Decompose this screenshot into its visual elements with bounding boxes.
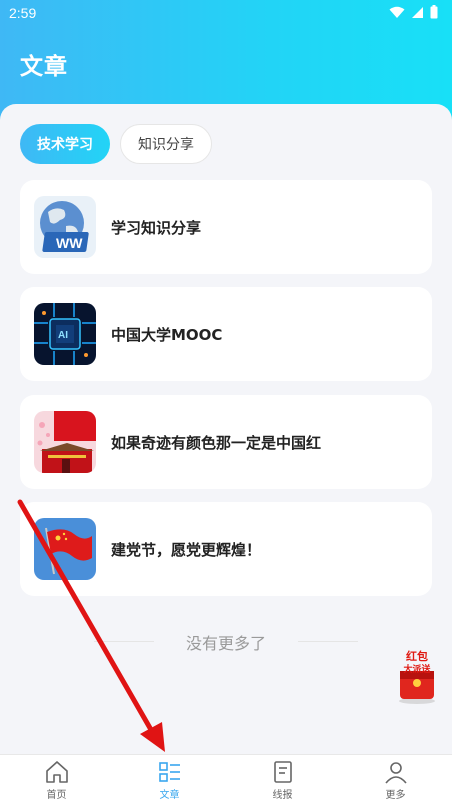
bottom-nav: 首页 文章 线报 更多 [0, 754, 452, 805]
user-icon [384, 762, 407, 784]
list-end-indicator: 没有更多了 [0, 630, 452, 654]
nav-more[interactable]: 更多 [339, 755, 452, 805]
nav-tips[interactable]: 线报 [226, 755, 339, 805]
red-flag-icon [34, 518, 96, 580]
svg-text:AI: AI [58, 330, 68, 341]
no-more-text: 没有更多了 [185, 634, 266, 653]
nav-more-label: 更多 [385, 790, 406, 801]
tab-knowledge-sharing[interactable]: 知识分享 [120, 124, 212, 164]
category-tabs: 技术学习 知识分享 [20, 124, 212, 164]
status-icons [389, 5, 438, 19]
document-icon [273, 761, 292, 783]
status-time: 2:59 [9, 5, 37, 21]
nav-home[interactable]: 首页 [0, 755, 113, 805]
red-packet-line2: 大派送 [403, 665, 431, 675]
nav-home-label: 首页 [46, 790, 67, 801]
nav-articles[interactable]: 文章 [113, 755, 226, 805]
page-title: 文章 [20, 54, 68, 80]
red-packet-line1: 红包 [406, 650, 428, 663]
article-card[interactable]: 建党节，愿党更辉煌！ [20, 502, 432, 596]
red-packet-button[interactable]: 红包 大派送 [394, 649, 440, 705]
article-title: 学习知识分享 [111, 218, 202, 237]
article-card[interactable]: AI 中国大学MOOC [20, 287, 432, 381]
list-icon [158, 762, 180, 782]
divider-right [298, 641, 358, 642]
nav-articles-label: 文章 [159, 790, 180, 801]
tiananmen-icon [34, 411, 96, 473]
wifi-icon [389, 6, 405, 18]
battery-icon [430, 5, 438, 19]
ai-chip-icon: AI [34, 303, 96, 365]
globe-www-icon: WW [34, 196, 96, 258]
divider-left [94, 641, 154, 642]
home-icon [45, 761, 68, 783]
article-card[interactable]: WW 学习知识分享 [20, 180, 432, 274]
content-panel: 技术学习 知识分享 WW 学习知识分享 AI 中国大学MOOC 如果奇迹有颜色那… [0, 104, 452, 754]
article-title: 如果奇迹有颜色那一定是中国红 [111, 433, 322, 452]
article-card[interactable]: 如果奇迹有颜色那一定是中国红 [20, 395, 432, 489]
article-title: 建党节，愿党更辉煌！ [111, 540, 262, 559]
status-bar: 2:59 [0, 0, 452, 26]
signal-icon [412, 6, 423, 18]
nav-tips-label: 线报 [272, 790, 293, 801]
article-title: 中国大学MOOC [111, 325, 223, 344]
svg-text:WW: WW [56, 235, 83, 251]
tab-tech-learning[interactable]: 技术学习 [20, 124, 110, 164]
